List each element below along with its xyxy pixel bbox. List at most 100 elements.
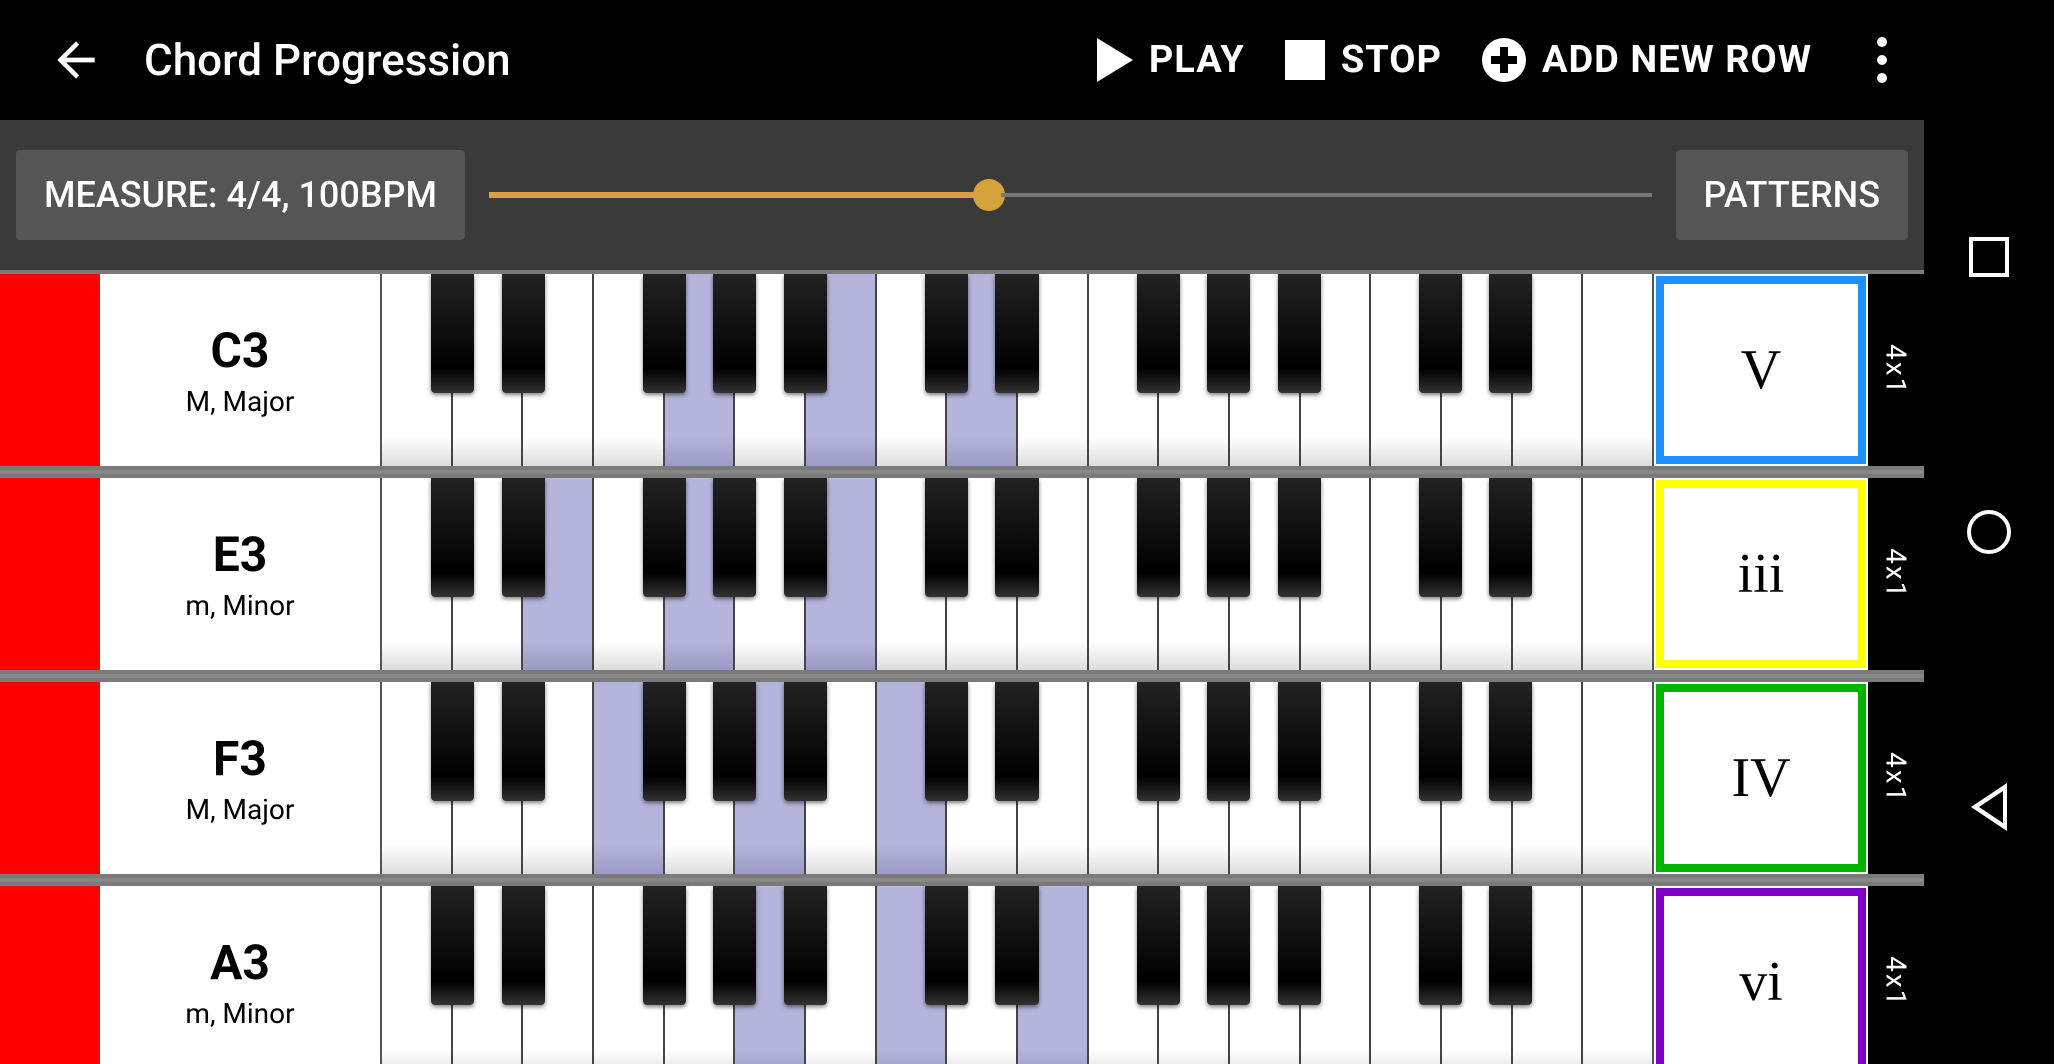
chord-info[interactable]: C3M, Major	[100, 274, 380, 466]
black-key[interactable]	[925, 478, 968, 597]
black-key[interactable]	[713, 886, 756, 1005]
repeat-tag[interactable]: 4x1	[1868, 274, 1924, 466]
chord-note: A3	[210, 934, 270, 991]
degree-box[interactable]: iii	[1656, 480, 1866, 668]
stop-button[interactable]: STOP	[1285, 38, 1442, 82]
keyboard[interactable]	[380, 682, 1654, 874]
black-key[interactable]	[1278, 478, 1321, 597]
nav-recent-button[interactable]	[1963, 231, 2015, 283]
black-key[interactable]	[1207, 274, 1250, 393]
stop-label: STOP	[1341, 38, 1442, 82]
chord-rows: C3M, MajorV4x1E3m, Minoriii4x1F3M, Major…	[0, 270, 1924, 1064]
black-key[interactable]	[643, 478, 686, 597]
repeat-tag[interactable]: 4x1	[1868, 682, 1924, 874]
black-key[interactable]	[713, 478, 756, 597]
black-key[interactable]	[784, 886, 827, 1005]
white-key[interactable]	[1583, 478, 1652, 670]
patterns-button[interactable]: PATTERNS	[1676, 150, 1908, 240]
black-key[interactable]	[1137, 478, 1180, 597]
row-drag-handle[interactable]	[0, 478, 100, 670]
black-key[interactable]	[995, 274, 1038, 393]
row-drag-handle[interactable]	[0, 274, 100, 466]
black-key[interactable]	[1419, 886, 1462, 1005]
black-key[interactable]	[995, 682, 1038, 801]
degree-box[interactable]: vi	[1656, 888, 1866, 1064]
black-key[interactable]	[431, 478, 474, 597]
white-key[interactable]	[1583, 274, 1652, 466]
black-key[interactable]	[1489, 478, 1532, 597]
chord-quality: M, Major	[186, 385, 295, 418]
chord-info[interactable]: F3 M, Major	[100, 682, 380, 874]
repeat-label: 4x1	[1880, 548, 1913, 599]
stop-icon	[1285, 40, 1325, 80]
degree-box[interactable]: IV	[1656, 684, 1866, 872]
keyboard[interactable]	[380, 274, 1654, 466]
black-key[interactable]	[1207, 478, 1250, 597]
white-key[interactable]	[1583, 682, 1652, 874]
black-key[interactable]	[784, 478, 827, 597]
chord-note: F3	[213, 730, 267, 787]
settings-bar: MEASURE: 4/4, 100BPM PATTERNS	[0, 120, 1924, 270]
chord-quality: m, Minor	[185, 589, 294, 622]
black-key[interactable]	[1137, 682, 1180, 801]
black-key[interactable]	[1419, 274, 1462, 393]
black-key[interactable]	[995, 886, 1038, 1005]
chord-note: E3	[213, 526, 268, 583]
black-key[interactable]	[643, 886, 686, 1005]
degree-box[interactable]: V	[1656, 276, 1866, 464]
black-key[interactable]	[502, 682, 545, 801]
black-key[interactable]	[502, 274, 545, 393]
row-drag-handle[interactable]	[0, 886, 100, 1064]
black-key[interactable]	[643, 274, 686, 393]
black-key[interactable]	[431, 682, 474, 801]
chord-info[interactable]: E3 m, Minor	[100, 478, 380, 670]
back-button[interactable]	[48, 32, 104, 88]
black-key[interactable]	[502, 478, 545, 597]
black-key[interactable]	[1207, 886, 1250, 1005]
measure-button[interactable]: MEASURE: 4/4, 100BPM	[16, 150, 465, 240]
nav-home-button[interactable]	[1963, 506, 2015, 558]
chord-quality: M, Major	[186, 793, 295, 826]
black-key[interactable]	[1278, 886, 1321, 1005]
arrow-left-icon	[48, 32, 104, 88]
repeat-tag[interactable]: 4x1	[1868, 886, 1924, 1064]
black-key[interactable]	[1419, 478, 1462, 597]
page-title: Chord Progression	[144, 34, 511, 86]
chord-row: E3 m, Minor iii 4x1	[0, 474, 1924, 674]
repeat-tag[interactable]: 4x1	[1868, 478, 1924, 670]
black-key[interactable]	[1207, 682, 1250, 801]
black-key[interactable]	[643, 682, 686, 801]
black-key[interactable]	[784, 682, 827, 801]
black-key[interactable]	[1419, 682, 1462, 801]
black-key[interactable]	[713, 682, 756, 801]
black-key[interactable]	[502, 886, 545, 1005]
white-key[interactable]	[1583, 886, 1652, 1064]
black-key[interactable]	[1489, 682, 1532, 801]
play-icon	[1097, 38, 1133, 82]
black-key[interactable]	[995, 478, 1038, 597]
black-key[interactable]	[1278, 274, 1321, 393]
black-key[interactable]	[925, 886, 968, 1005]
black-key[interactable]	[784, 274, 827, 393]
black-key[interactable]	[925, 682, 968, 801]
overflow-menu-button[interactable]	[1852, 37, 1912, 83]
black-key[interactable]	[1137, 274, 1180, 393]
black-key[interactable]	[1278, 682, 1321, 801]
keyboard[interactable]	[380, 886, 1654, 1064]
black-key[interactable]	[1137, 886, 1180, 1005]
play-button[interactable]: PLAY	[1097, 38, 1245, 82]
position-slider[interactable]	[489, 165, 1652, 225]
chord-info[interactable]: A3m, Minor	[100, 886, 380, 1064]
black-key[interactable]	[431, 274, 474, 393]
repeat-label: 4x1	[1880, 956, 1913, 1007]
black-key[interactable]	[1489, 274, 1532, 393]
black-key[interactable]	[713, 274, 756, 393]
black-key[interactable]	[1489, 886, 1532, 1005]
keyboard[interactable]	[380, 478, 1654, 670]
chord-row: F3 M, Major IV4x1	[0, 678, 1924, 878]
nav-back-button[interactable]	[1963, 781, 2015, 833]
row-drag-handle[interactable]	[0, 682, 100, 874]
black-key[interactable]	[431, 886, 474, 1005]
add-row-button[interactable]: ADD NEW ROW	[1482, 38, 1812, 82]
black-key[interactable]	[925, 274, 968, 393]
